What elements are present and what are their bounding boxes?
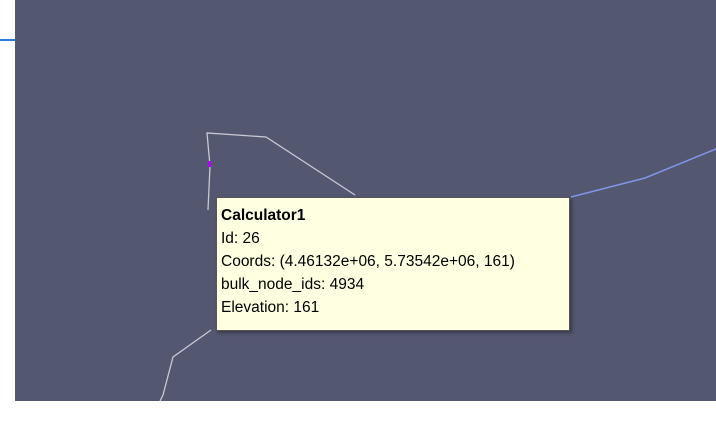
tooltip-elevation: Elevation: 161: [221, 299, 320, 316]
tooltip-id: Id: 26: [221, 230, 260, 247]
point-info-tooltip: Calculator1 Id: 26 Coords: (4.46132e+06,…: [216, 197, 570, 331]
highlighted-line-segment: [570, 148, 716, 198]
mesh-line-segment: [159, 329, 212, 401]
tooltip-bulk-node-ids: bulk_node_ids: 4934: [221, 276, 365, 293]
tooltip-title: Calculator1: [221, 207, 306, 224]
left-panel-edge: [0, 0, 15, 430]
tooltip-coords: Coords: (4.46132e+06, 5.73542e+06, 161): [221, 253, 515, 270]
bottom-panel-edge: [0, 401, 716, 430]
panel-accent-line: [0, 39, 15, 41]
selected-point-marker: [208, 161, 211, 167]
